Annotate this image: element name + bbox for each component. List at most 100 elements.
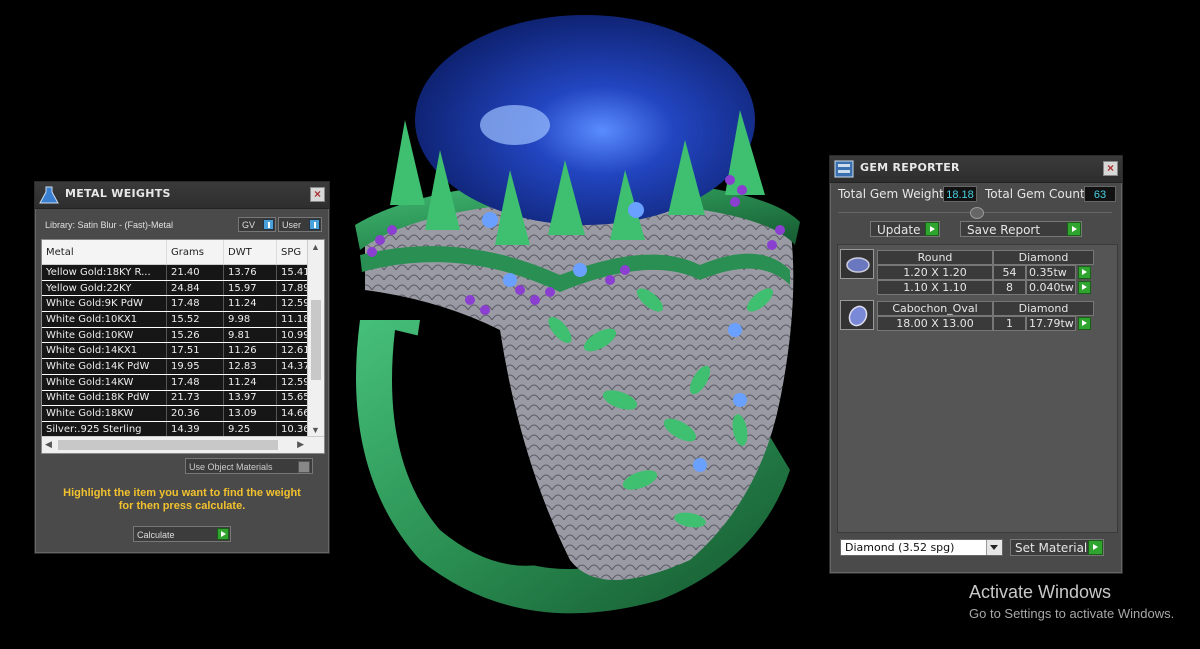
- gem-size: 18.00 X 13.00: [877, 316, 993, 331]
- gem-weight: 0.35tw: [1026, 265, 1076, 280]
- table-row[interactable]: White Gold:14KX1 17.51 11.26 12.61: [42, 342, 319, 360]
- metal-name: Yellow Gold:22KY: [42, 280, 167, 297]
- table-row[interactable]: White Gold:14KW 17.48 11.24 12.59: [42, 374, 319, 391]
- scroll-right-icon[interactable]: ▶: [297, 439, 304, 450]
- table-row[interactable]: White Gold:18K PdW 21.73 13.97 15.65: [42, 390, 319, 407]
- gem-count: 54: [993, 265, 1026, 280]
- table-row[interactable]: White Gold:9K PdW 17.48 11.24 12.59: [42, 295, 319, 313]
- metal-name: White Gold:14KW: [42, 374, 167, 391]
- metal-weights-panel: METAL WEIGHTS × Library: Satin Blur - (F…: [34, 181, 330, 554]
- metal-name: Silver:.925 Sterling: [42, 421, 167, 438]
- gem-shape: Round: [877, 250, 993, 265]
- chevron-down-icon[interactable]: [986, 540, 1002, 555]
- metal-name: White Gold:14K PdW: [42, 358, 167, 375]
- splitter-handle[interactable]: [970, 207, 984, 219]
- gem-shape: Cabochon_Oval: [877, 301, 993, 316]
- gem-count: 8: [993, 280, 1026, 295]
- dwt-value: 11.24: [223, 295, 277, 313]
- total-gem-count-label: Total Gem Count: [985, 187, 1085, 201]
- grams-value: 15.52: [166, 311, 224, 328]
- activate-windows-watermark: Activate Windows Go to Settings to activ…: [969, 582, 1175, 621]
- play-icon[interactable]: [1088, 540, 1103, 555]
- table-row[interactable]: Yellow Gold:22KY 24.84 15.97 17.89: [42, 280, 319, 297]
- panel-title: METAL WEIGHTS: [65, 187, 171, 200]
- total-gem-count-value: 63: [1084, 186, 1116, 202]
- metal-name: White Gold:9K PdW: [42, 295, 167, 313]
- play-icon[interactable]: [925, 222, 939, 236]
- vertical-scrollbar[interactable]: ▲ ▼: [307, 240, 324, 437]
- scroll-down-icon[interactable]: ▼: [311, 425, 320, 435]
- grams-value: 24.84: [166, 280, 224, 297]
- scroll-thumb[interactable]: [58, 440, 278, 450]
- metal-name: White Gold:10KX1: [42, 311, 167, 328]
- close-icon[interactable]: ×: [1103, 161, 1118, 176]
- gem-material: Diamond: [993, 301, 1094, 316]
- metal-name: White Gold:14KX1: [42, 342, 167, 360]
- dwt-value: 9.25: [223, 421, 277, 438]
- update-button[interactable]: Update: [870, 221, 940, 237]
- scroll-thumb[interactable]: [311, 300, 321, 380]
- dwt-value: 12.83: [223, 358, 277, 375]
- library-label: Library: Satin Blur - (Fast)-Metal: [45, 220, 174, 230]
- metal-name: White Gold:10KW: [42, 327, 167, 344]
- gem-report-list[interactable]: Round Diamond 1.20 X 1.20 54 0.35tw 1.10…: [837, 244, 1118, 533]
- metal-name: White Gold:18K PdW: [42, 390, 167, 407]
- grams-value: 14.39: [166, 421, 224, 438]
- gem-size: 1.20 X 1.20: [877, 265, 993, 280]
- gem-reporter-panel: GEM REPORTER × Total Gem Weight 18.18 To…: [829, 155, 1123, 574]
- dwt-value: 9.81: [223, 327, 277, 344]
- panel-title: GEM REPORTER: [860, 161, 960, 174]
- play-icon[interactable]: [217, 528, 229, 540]
- gem-count: 1: [993, 316, 1026, 331]
- use-object-materials-checkbox[interactable]: Use Object Materials: [185, 458, 313, 474]
- grams-value: 19.95: [166, 358, 224, 375]
- gem-weight: 17.79tw: [1026, 316, 1076, 331]
- play-icon[interactable]: [1067, 222, 1081, 236]
- column-header-grams[interactable]: Grams: [166, 240, 224, 265]
- gem-weight: 0.040tw: [1026, 280, 1076, 295]
- gem-size: 1.10 X 1.10: [877, 280, 993, 295]
- dwt-value: 15.97: [223, 280, 277, 297]
- dwt-value: 13.09: [223, 405, 277, 422]
- table-row[interactable]: White Gold:10KW 15.26 9.81 10.99: [42, 327, 319, 344]
- table-row[interactable]: White Gold:10KX1 15.52 9.98 11.18: [42, 311, 319, 328]
- grams-value: 15.26: [166, 327, 224, 344]
- metal-name: White Gold:18KW: [42, 405, 167, 422]
- save-report-button[interactable]: Save Report: [960, 221, 1082, 237]
- set-material-button[interactable]: Set Material: [1010, 539, 1104, 556]
- table-row[interactable]: Silver:.925 Sterling 14.39 9.25 10.36: [42, 421, 319, 438]
- scroll-left-icon[interactable]: ◀: [45, 439, 52, 450]
- table-row[interactable]: Yellow Gold:18KY R... 21.40 13.76 15.41: [42, 264, 319, 281]
- select-gem-button[interactable]: [1078, 281, 1091, 294]
- select-gem-button[interactable]: [1078, 317, 1091, 330]
- scroll-up-icon[interactable]: ▲: [311, 242, 320, 252]
- gem-report-icon: [834, 160, 854, 178]
- dwt-value: 9.98: [223, 311, 277, 328]
- info-icon: [263, 219, 274, 230]
- calculate-button[interactable]: Calculate: [133, 526, 231, 542]
- metal-weights-titlebar[interactable]: METAL WEIGHTS ×: [35, 182, 329, 209]
- grams-value: 20.36: [166, 405, 224, 422]
- table-row[interactable]: White Gold:18KW 20.36 13.09 14.66: [42, 405, 319, 422]
- close-icon[interactable]: ×: [310, 187, 325, 202]
- select-gem-button[interactable]: [1078, 266, 1091, 279]
- user-toggle[interactable]: User: [278, 217, 322, 232]
- gem-reporter-titlebar[interactable]: GEM REPORTER ×: [830, 156, 1122, 183]
- metal-table[interactable]: Metal Grams DWT SPG Yellow Gold:18KY R..…: [41, 239, 325, 454]
- gv-toggle[interactable]: GV: [238, 217, 276, 232]
- grams-value: 21.73: [166, 390, 224, 407]
- dwt-value: 11.26: [223, 342, 277, 360]
- grams-value: 17.51: [166, 342, 224, 360]
- round-gem-icon: [840, 249, 874, 279]
- dwt-value: 13.76: [223, 264, 277, 281]
- info-icon: [309, 219, 320, 230]
- horizontal-scrollbar[interactable]: ◀ ▶: [42, 436, 324, 453]
- material-select[interactable]: Diamond (3.52 spg): [840, 539, 1003, 556]
- column-header-dwt[interactable]: DWT: [223, 240, 277, 265]
- checkbox-icon[interactable]: [298, 461, 310, 473]
- gem-material: Diamond: [993, 250, 1094, 265]
- total-gem-weight-label: Total Gem Weight: [838, 187, 944, 201]
- column-header-metal[interactable]: Metal: [42, 240, 167, 265]
- table-row[interactable]: White Gold:14K PdW 19.95 12.83 14.37: [42, 358, 319, 375]
- total-gem-weight-value: 18.18: [943, 186, 977, 202]
